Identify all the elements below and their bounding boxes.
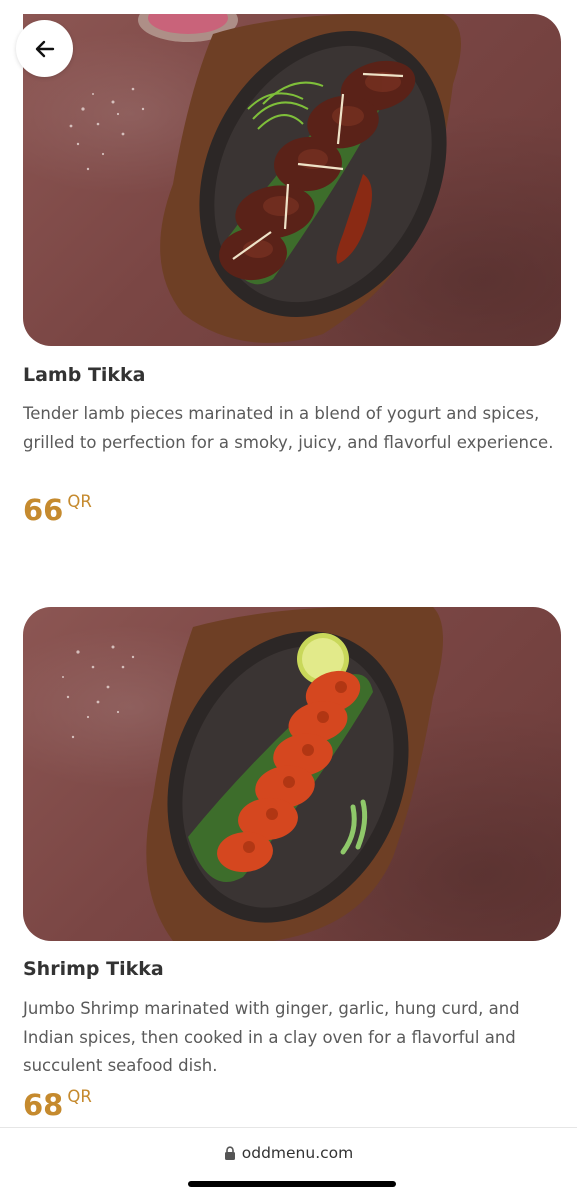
item-price: 66 QR <box>23 492 92 527</box>
shrimp-tikka-illustration <box>62 607 443 941</box>
shrimp-tikka-image <box>23 607 561 941</box>
back-button[interactable] <box>16 20 73 77</box>
browser-url-bar[interactable]: oddmenu.com <box>0 1127 577 1200</box>
price-amount: 68 <box>23 1088 64 1122</box>
price-currency: QR <box>67 492 92 511</box>
item-title: Lamb Tikka <box>23 364 146 386</box>
item-description: Tender lamb pieces marinated in a blend … <box>23 404 554 452</box>
lamb-tikka-image <box>23 14 561 346</box>
price-amount: 66 <box>23 493 64 527</box>
item-description: Jumbo Shrimp marinated with ginger, garl… <box>23 999 520 1075</box>
home-indicator[interactable] <box>188 1181 396 1187</box>
item-title: Shrimp Tikka <box>23 958 164 980</box>
lamb-tikka-illustration <box>69 14 461 343</box>
url-text: oddmenu.com <box>241 1144 354 1162</box>
lock-icon <box>224 1146 235 1160</box>
item-price: 68 QR <box>23 1087 92 1122</box>
url-display[interactable]: oddmenu.com <box>0 1144 577 1162</box>
price-currency: QR <box>67 1087 92 1106</box>
menu-page: Lamb Tikka Tender lamb pieces marinated … <box>0 0 577 1200</box>
arrow-left-icon <box>35 40 54 57</box>
